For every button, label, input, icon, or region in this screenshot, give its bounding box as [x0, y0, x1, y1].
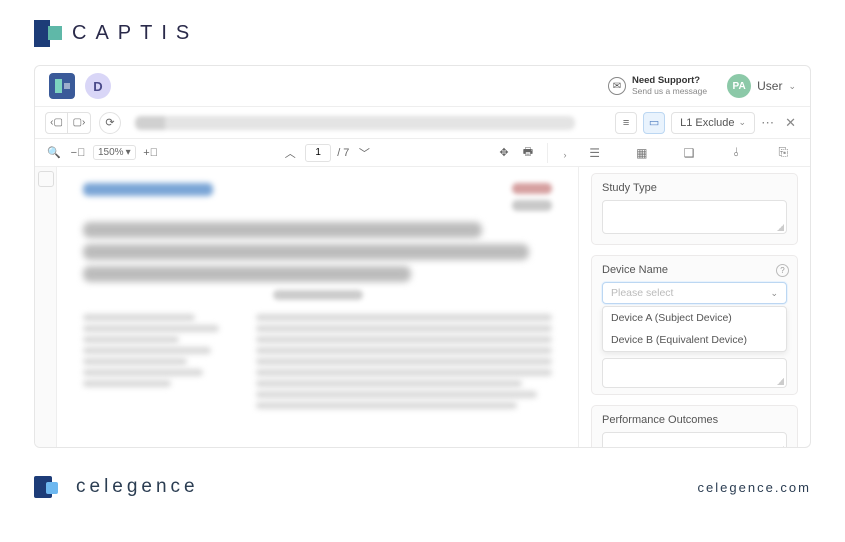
doc-heading-blurred: [83, 244, 529, 260]
device-notes-input[interactable]: [602, 358, 787, 388]
celegence-wordmark: celegence: [76, 476, 199, 498]
celegence-mark-icon: [34, 474, 68, 500]
doc-heading-blurred: [83, 266, 411, 282]
doc-link-blurred: [83, 183, 213, 196]
study-type-group: Study Type: [591, 173, 798, 245]
user-label: User: [757, 79, 782, 93]
performance-outcomes-label: Performance Outcomes: [602, 414, 787, 426]
close-panel-button[interactable]: ✕: [781, 115, 800, 131]
chevron-down-icon: ⌄: [770, 288, 778, 299]
document-title-blurred: [135, 116, 575, 130]
page-total: / 7: [337, 147, 349, 159]
device-name-select[interactable]: Please select ⌄: [602, 282, 787, 304]
doc-heading-blurred: [83, 222, 482, 238]
thumbnails-button[interactable]: [38, 171, 54, 187]
nav-back-button[interactable]: ‹▢: [46, 113, 68, 133]
support-subtitle: Send us a message: [632, 87, 707, 96]
device-option[interactable]: Device B (Equivalent Device): [603, 329, 786, 351]
nav-forward-button[interactable]: ▢›: [68, 113, 90, 133]
help-icon[interactable]: ?: [776, 264, 789, 277]
chart-tool-icon[interactable]: ⫰: [726, 144, 746, 162]
list-tool-icon[interactable]: ☰: [585, 144, 605, 162]
app-logo-icon[interactable]: [49, 73, 75, 99]
performance-outcomes-group: Performance Outcomes: [591, 405, 798, 447]
exclude-label: L1 Exclude: [680, 117, 734, 129]
view-list-button[interactable]: ≡: [615, 112, 637, 134]
celegence-url: celegence.com: [698, 480, 811, 495]
zoom-select[interactable]: 150%▾: [93, 145, 136, 160]
device-dropdown: Device A (Subject Device) Device B (Equi…: [602, 306, 787, 352]
support-link[interactable]: ✉ Need Support? Send us a message: [608, 76, 707, 96]
table-tool-icon[interactable]: ▦: [632, 144, 652, 162]
move-tool-icon[interactable]: ✥: [495, 144, 513, 162]
extraction-side-panel: Study Type ? Device Name Please select ⌄…: [578, 167, 810, 447]
doc-badge-blurred: [512, 183, 552, 194]
page-down-button[interactable]: ﹀: [355, 144, 373, 162]
refresh-button[interactable]: ⟳: [99, 112, 121, 134]
performance-outcomes-input[interactable]: [602, 432, 787, 447]
chat-icon: ✉: [608, 77, 626, 95]
captis-logo: CAPTIS: [34, 20, 811, 47]
search-icon[interactable]: 🔍: [45, 144, 63, 162]
page-footer: celegence celegence.com: [0, 474, 845, 500]
app-header: D ✉ Need Support? Send us a message PA U…: [35, 66, 810, 106]
doc-badge-blurred: [512, 200, 552, 211]
workspace-avatar[interactable]: D: [85, 73, 111, 99]
left-rail: [35, 167, 57, 447]
user-avatar: PA: [727, 74, 751, 98]
celegence-logo: celegence: [34, 474, 199, 500]
device-option[interactable]: Device A (Subject Device): [603, 307, 786, 329]
document-viewer[interactable]: [57, 167, 578, 447]
page-number-input[interactable]: [305, 144, 331, 162]
user-menu[interactable]: PA User ⌄: [727, 74, 796, 98]
captis-wordmark: CAPTIS: [72, 22, 198, 45]
exclude-dropdown[interactable]: L1 Exclude ⌄: [671, 112, 755, 134]
doc-author-blurred: [273, 290, 363, 300]
more-actions-button[interactable]: ⋯: [761, 115, 775, 131]
side-collapse-toggle[interactable]: ›: [558, 146, 572, 160]
tag-tool-icon[interactable]: ❑: [679, 144, 699, 162]
support-title: Need Support?: [632, 76, 707, 86]
study-type-input[interactable]: [602, 200, 787, 234]
device-name-label: Device Name: [602, 264, 787, 276]
content-area: Study Type ? Device Name Please select ⌄…: [35, 167, 810, 447]
zoom-out-button[interactable]: −⃝: [69, 144, 87, 162]
captis-mark-icon: [34, 20, 62, 47]
page-up-button[interactable]: ︿: [281, 144, 299, 162]
zoom-in-button[interactable]: +⃝: [142, 144, 160, 162]
chevron-down-icon: ⌄: [739, 117, 747, 128]
pdf-toolbar: 🔍 −⃝ 150%▾ +⃝ ︿ / 7 ﹀ ✥ 🖶 › ☰ ▦ ❑ ⫰ ⎘: [35, 139, 810, 167]
print-icon[interactable]: 🖶: [519, 144, 537, 162]
device-placeholder: Please select: [611, 287, 673, 299]
app-panel: D ✉ Need Support? Send us a message PA U…: [34, 65, 811, 448]
nav-back-forward: ‹▢ ▢›: [45, 112, 91, 134]
study-type-label: Study Type: [602, 182, 787, 194]
sub-toolbar: ‹▢ ▢› ⟳ ≡ ▭ L1 Exclude ⌄ ⋯ ✕: [35, 106, 810, 139]
extract-tool-icon[interactable]: ⎘: [773, 144, 793, 162]
view-doc-button[interactable]: ▭: [643, 112, 665, 134]
device-name-group: ? Device Name Please select ⌄ Device A (…: [591, 255, 798, 395]
chevron-down-icon: ⌄: [788, 81, 796, 92]
